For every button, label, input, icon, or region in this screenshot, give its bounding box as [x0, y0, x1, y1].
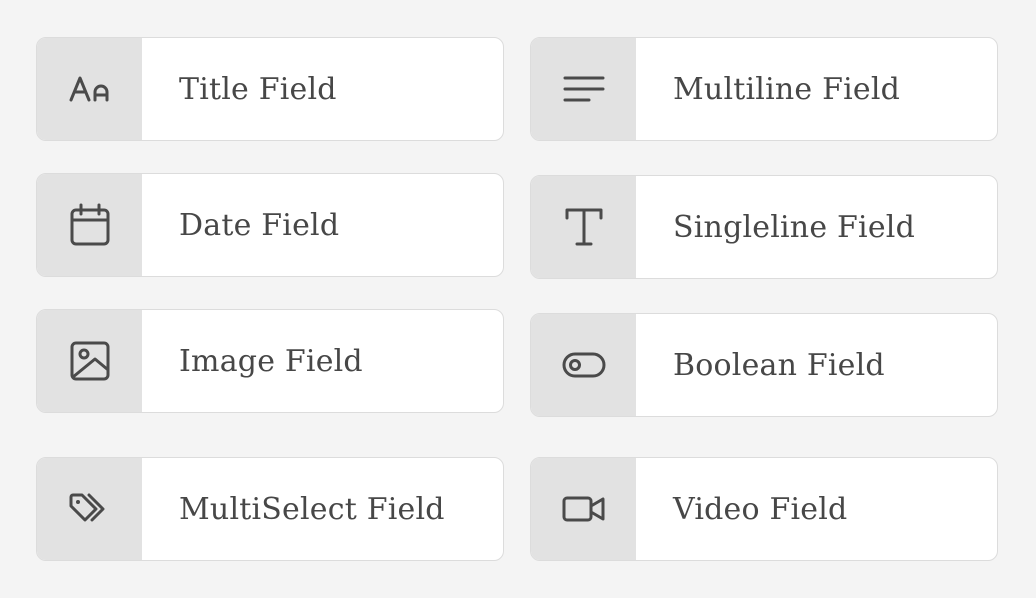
field-label: Video Field: [673, 491, 848, 527]
icon-panel: [531, 176, 636, 278]
calendar-icon: [70, 203, 109, 246]
singleline-field-option[interactable]: Singleline Field: [530, 175, 998, 279]
icon-panel: [531, 314, 636, 416]
date-field-option[interactable]: Date Field: [36, 173, 504, 277]
title-field-option[interactable]: Title Field: [36, 37, 504, 141]
video-field-option[interactable]: Video Field: [530, 457, 998, 561]
field-label: Image Field: [179, 343, 363, 379]
icon-panel: [37, 174, 142, 276]
image-field-option[interactable]: Image Field: [36, 309, 504, 413]
boolean-field-option[interactable]: Boolean Field: [530, 313, 998, 417]
toggle-icon: [562, 352, 605, 378]
multiline-icon: [563, 76, 604, 102]
icon-panel: [37, 38, 142, 140]
image-icon: [70, 341, 109, 381]
field-label: Singleline Field: [673, 209, 915, 245]
field-label: Title Field: [179, 71, 337, 107]
icon-panel: [531, 458, 636, 560]
field-label: MultiSelect Field: [179, 491, 445, 527]
icon-panel: [37, 310, 142, 412]
field-type-picker: Title Field Multiline Field Date Field S…: [0, 0, 1036, 598]
multiselect-field-option[interactable]: MultiSelect Field: [36, 457, 504, 561]
text-t-icon: [565, 208, 602, 246]
title-type-icon: [69, 76, 108, 102]
field-label: Boolean Field: [673, 347, 885, 383]
multiline-field-option[interactable]: Multiline Field: [530, 37, 998, 141]
tags-icon: [69, 493, 104, 522]
video-camera-icon: [562, 496, 604, 522]
field-label: Date Field: [179, 207, 340, 243]
field-label: Multiline Field: [673, 71, 901, 107]
icon-panel: [531, 38, 636, 140]
icon-panel: [37, 458, 142, 560]
